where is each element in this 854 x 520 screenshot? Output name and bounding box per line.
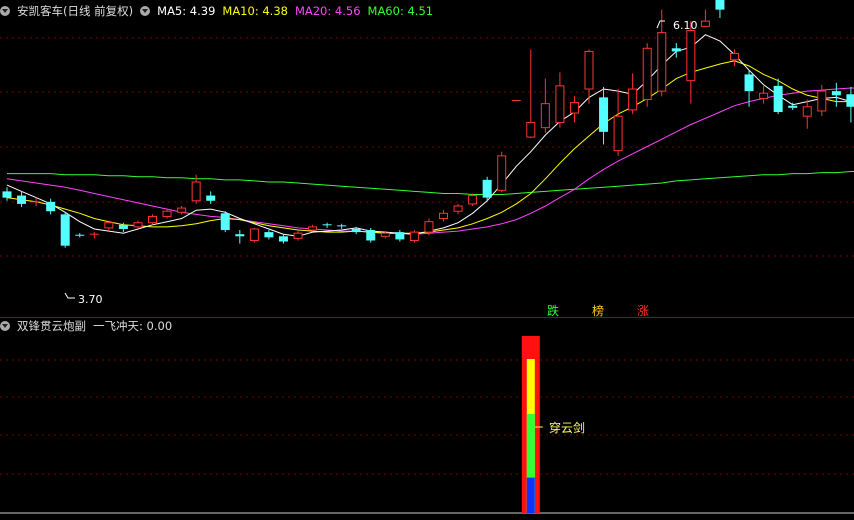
- candle-body: [118, 224, 128, 229]
- candle-body: [439, 212, 448, 220]
- candle-body: [380, 232, 390, 237]
- candle-body: [628, 88, 638, 111]
- candle-body: [2, 191, 12, 198]
- ma5-label: MA5: 4.39: [157, 4, 216, 18]
- candle-body: [278, 236, 288, 242]
- candle-body: [264, 232, 274, 238]
- candle-body: [424, 221, 434, 233]
- candle-body: [104, 222, 114, 229]
- candle-body: [700, 20, 710, 27]
- candle-body: [715, 0, 725, 10]
- menu-circle-icon[interactable]: [140, 6, 151, 16]
- candle-body: [206, 195, 216, 201]
- low-price-label: 3.70: [78, 293, 103, 306]
- candle-body: [308, 226, 318, 231]
- candle-body: [788, 105, 798, 108]
- candle-body: [686, 30, 696, 82]
- candle-body: [395, 232, 405, 240]
- ma60-line: [7, 171, 854, 195]
- candle-body: [555, 85, 565, 123]
- menu-circle-icon[interactable]: [0, 321, 10, 331]
- candle-body: [162, 210, 172, 217]
- indicator-bar-label: 穿云剑: [549, 421, 586, 435]
- low-marker: [64, 292, 75, 299]
- candle-body: [846, 94, 854, 107]
- signal-bang: 榜: [592, 304, 605, 318]
- indicator-bar-layer: [526, 477, 535, 513]
- menu-circle-icon[interactable]: [0, 6, 10, 16]
- candle-body: [817, 90, 827, 112]
- candle-body: [148, 215, 157, 224]
- candle-body: [642, 47, 652, 100]
- candle-body: [17, 195, 27, 204]
- candle-body: [569, 102, 579, 114]
- candle-body: [773, 85, 783, 112]
- candle-body: [540, 103, 550, 129]
- candle-body: [657, 32, 667, 92]
- candle-body: [482, 179, 492, 198]
- candle-body: [584, 50, 594, 90]
- high-price-label: 6.10: [673, 19, 698, 32]
- high-marker: [656, 20, 665, 29]
- candle-body: [177, 207, 187, 213]
- candle-body: [351, 228, 361, 233]
- candle-body: [366, 230, 376, 241]
- candle-body: [409, 231, 419, 241]
- candle-body: [831, 91, 841, 96]
- ma20-line: [6, 87, 854, 235]
- candle-body: [599, 97, 609, 132]
- candle-body: [453, 205, 463, 212]
- candle-body: [46, 201, 56, 212]
- stock-chart[interactable]: [0, 0, 854, 520]
- main-chart-header: 安凯客车(日线 前复权) MA5: 4.39 MA10: 4.38 MA20: 4.5…: [0, 2, 440, 20]
- candle-body: [730, 53, 739, 61]
- candle-body: [235, 234, 245, 237]
- signal-zhang: 涨: [637, 304, 650, 318]
- candle-body: [191, 181, 201, 202]
- candle-body: [293, 232, 303, 239]
- candle-body: [759, 92, 769, 99]
- stock-title: 安凯客车(日线 前复权): [17, 4, 134, 18]
- candle-body: [133, 222, 143, 228]
- ma5-line: [6, 34, 854, 237]
- ma60-label: MA60: 4.51: [367, 4, 434, 18]
- candle-body: [497, 155, 507, 191]
- indicator-value: 一飞冲天: 0.00: [93, 319, 173, 333]
- candle-body: [671, 48, 681, 52]
- candle-body: [249, 228, 259, 241]
- candle-body: [802, 106, 812, 117]
- signal-die: 跌: [547, 304, 560, 318]
- indicator-header: 双锋贯云炮副 一飞冲天: 0.00: [0, 317, 179, 335]
- candle-body: [526, 121, 536, 138]
- ma20-label: MA20: 4.56: [294, 4, 361, 18]
- ma10-label: MA10: 4.38: [222, 4, 288, 18]
- candle-body: [468, 195, 478, 205]
- candle-body: [60, 214, 70, 246]
- candle-body: [744, 74, 754, 92]
- candle-body: [613, 115, 623, 152]
- candle-body: [220, 213, 230, 231]
- indicator-name: 双锋贯云炮副: [17, 319, 86, 333]
